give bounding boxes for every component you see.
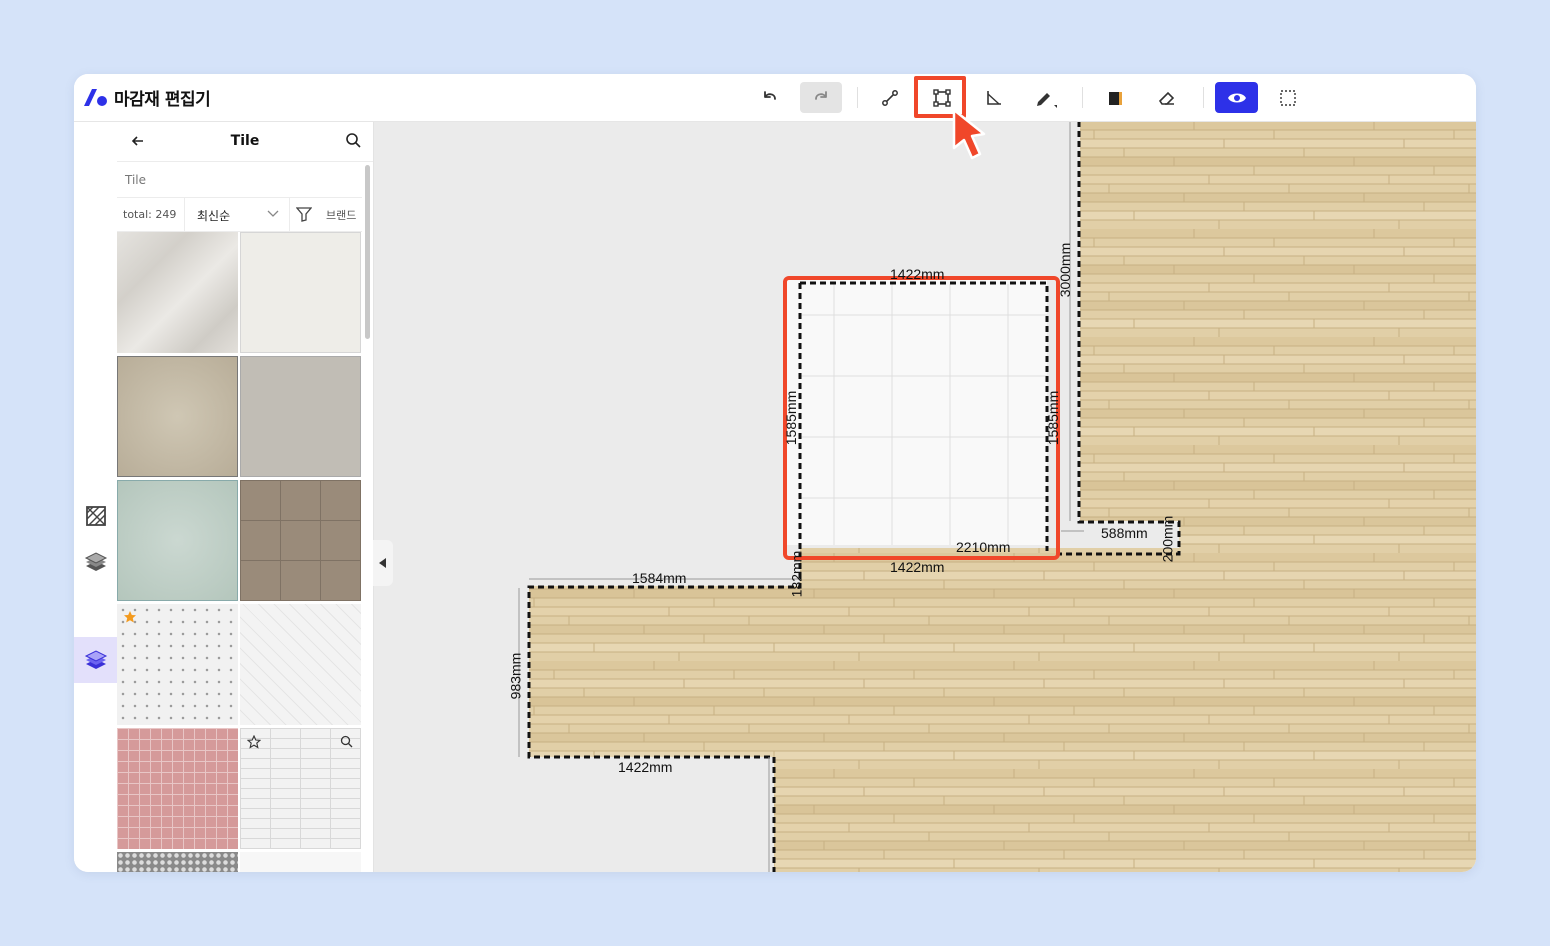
zoom-icon[interactable] — [340, 735, 353, 748]
dimension-room-inner: 2210mm — [956, 539, 1011, 555]
undo-button[interactable] — [749, 82, 791, 113]
filter-icon — [296, 207, 312, 222]
dimension-room-top: 1422mm — [890, 266, 945, 282]
material-fill-button[interactable] — [1094, 82, 1136, 113]
left-icon-rail — [74, 121, 117, 872]
search-icon[interactable] — [345, 132, 361, 152]
dimension-step-width: 588mm — [1101, 525, 1148, 541]
toolbar-divider — [1203, 87, 1204, 108]
rail-materials-button[interactable] — [74, 637, 117, 683]
tile-swatch[interactable] — [240, 232, 361, 353]
tile-swatch[interactable] — [117, 232, 238, 353]
dimension-step-height: 200mm — [1159, 515, 1176, 563]
tile-swatch[interactable] — [117, 356, 238, 477]
rail-layers-button[interactable] — [74, 539, 117, 585]
material-fill-icon — [1109, 91, 1122, 105]
editor-window: 마감재 편집기 1422mm 1422mm 1585mm 1585mm 2210… — [74, 74, 1476, 872]
sort-value: 최신순 — [197, 209, 231, 223]
dimension-lower-left: 983mm — [507, 652, 524, 700]
dimension-small-vertical: 182mm — [788, 550, 805, 598]
app-logo-icon — [84, 89, 107, 106]
angle-tool-icon — [987, 90, 1001, 105]
redo-button[interactable] — [800, 82, 842, 113]
undo-icon — [764, 90, 776, 100]
pencil-tool-icon — [1037, 92, 1057, 108]
dimension-room-right: 1585mm — [1045, 390, 1062, 446]
brand-filter-label: 브랜드 — [326, 209, 357, 222]
panel-collapse-button[interactable] — [373, 540, 393, 586]
app-title: 마감재 편집기 — [114, 89, 211, 110]
select-area-icon — [1280, 89, 1296, 106]
panel-scrollbar[interactable] — [365, 165, 370, 339]
redo-icon — [815, 90, 827, 100]
tile-swatch[interactable] — [240, 604, 361, 725]
toolbar-divider — [1082, 87, 1083, 108]
toolbar-divider — [857, 87, 858, 108]
star-outline-icon[interactable] — [247, 735, 261, 749]
pencil-tool-button[interactable] — [1025, 82, 1067, 113]
rail-no-pattern-button[interactable] — [74, 493, 117, 539]
line-tool-button[interactable] — [869, 82, 911, 113]
sort-select[interactable]: 최신순 — [184, 197, 289, 231]
dimension-room-left: 1585mm — [783, 390, 800, 446]
panel-header: Tile — [117, 121, 373, 162]
layers-active-icon — [84, 650, 107, 669]
tile-swatch[interactable] — [240, 728, 361, 849]
tile-swatch[interactable] — [117, 728, 238, 849]
pointer-cursor-icon — [952, 108, 986, 160]
tile-swatch[interactable] — [240, 852, 361, 872]
select-area-button[interactable] — [1267, 82, 1309, 113]
dimension-lower-bottom: 1422mm — [618, 759, 673, 775]
brand-filter-button[interactable]: 브랜드 — [289, 197, 363, 231]
tile-swatch[interactable] — [240, 480, 361, 601]
total-count: total: 249 — [123, 208, 177, 221]
dimension-lower-top: 1584mm — [632, 570, 687, 586]
top-toolbar: 마감재 편집기 — [74, 74, 1476, 122]
chevron-down-icon — [267, 210, 279, 217]
dimension-wall-vertical: 3000mm — [1057, 242, 1074, 298]
panel-search-input[interactable]: Tile — [117, 161, 362, 198]
favorite-star-icon[interactable] — [123, 610, 137, 624]
material-panel: Tile Tile total: 249 최신순 브랜드 — [117, 121, 374, 872]
dimension-room-bottom: 1422mm — [890, 559, 945, 575]
view-toggle-button[interactable] — [1215, 82, 1258, 113]
filter-row: total: 249 최신순 브랜드 — [117, 197, 362, 232]
eraser-icon — [1158, 91, 1175, 105]
tile-swatch[interactable] — [240, 356, 361, 477]
layers-icon — [84, 552, 107, 571]
brand: 마감재 편집기 — [82, 84, 211, 110]
line-tool-icon — [882, 89, 898, 106]
caret-left-icon — [379, 558, 386, 568]
tile-swatch[interactable] — [117, 604, 238, 725]
eye-icon — [1227, 93, 1246, 102]
eraser-button[interactable] — [1146, 82, 1188, 113]
tile-swatch[interactable] — [117, 852, 238, 872]
search-placeholder: Tile — [125, 173, 147, 187]
no-pattern-icon — [85, 506, 106, 526]
tile-swatch[interactable] — [117, 480, 238, 601]
panel-title: Tile — [230, 133, 260, 149]
